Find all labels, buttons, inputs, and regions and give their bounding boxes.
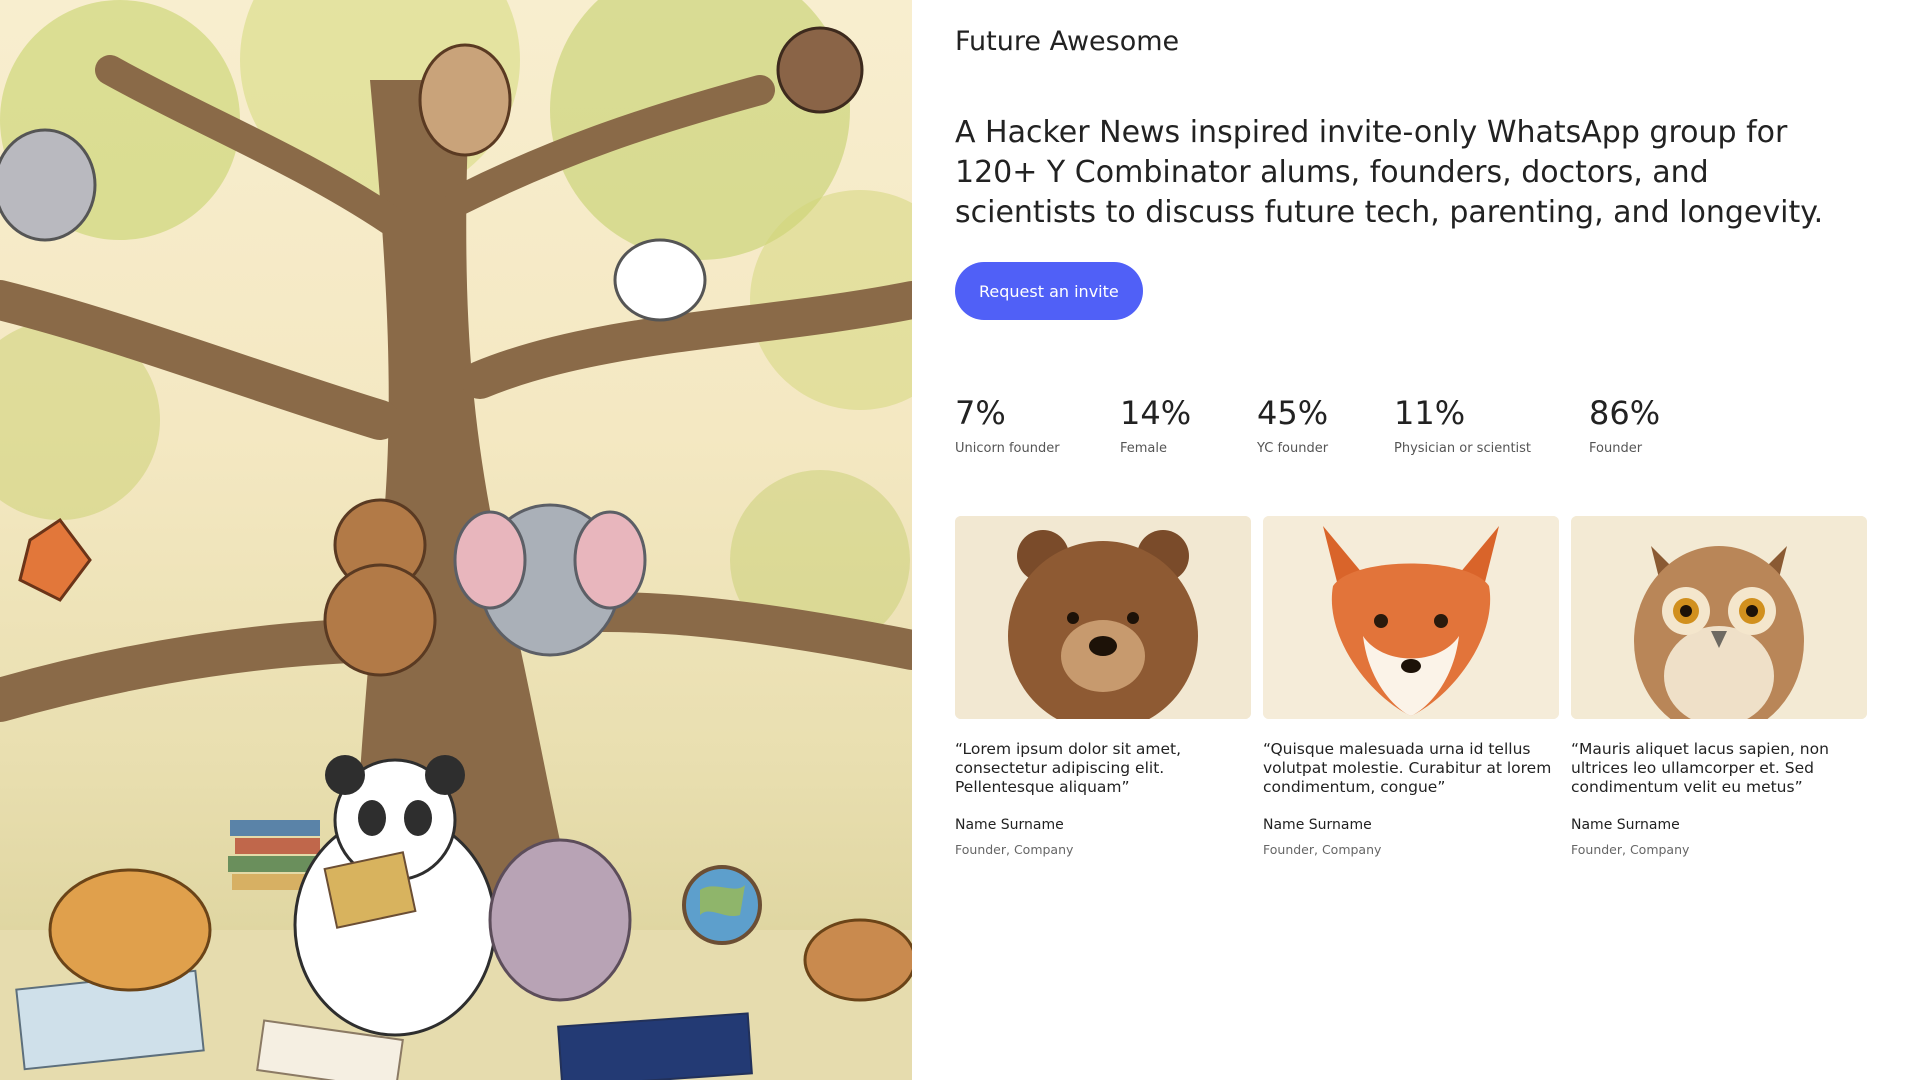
testimonial-quote: “Quisque malesuada urna id tellus volutp… <box>1263 740 1552 796</box>
stat-value: 86% <box>1589 394 1661 432</box>
owl-portrait <box>1571 516 1867 719</box>
testimonial-card: “Quisque malesuada urna id tellus volutp… <box>1263 516 1559 857</box>
stat-female: 14% Female <box>1120 393 1191 456</box>
request-invite-button[interactable]: Request an invite <box>955 262 1143 320</box>
stat-unicorn-founder: 7% Unicorn founder <box>955 393 1060 456</box>
bear-portrait <box>955 516 1251 719</box>
hero-illustration <box>0 0 912 1080</box>
stat-value: 7% <box>955 394 1006 432</box>
owl-icon <box>1571 516 1867 719</box>
tree-illustration <box>0 0 912 1080</box>
stat-yc-founder: 45% YC founder <box>1257 393 1328 456</box>
testimonial-name: Name Surname <box>1571 817 1680 833</box>
stat-value: 11% <box>1394 394 1466 432</box>
testimonial-card: “Lorem ipsum dolor sit amet, consectetur… <box>955 516 1251 857</box>
brand-name: Future Awesome <box>955 26 1180 57</box>
testimonial-name: Name Surname <box>955 817 1064 833</box>
stat-value: 45% <box>1257 394 1329 432</box>
main-content: Future Awesome A Hacker News inspired in… <box>952 0 1882 1080</box>
testimonial-role: Founder, Company <box>1571 842 1690 857</box>
testimonial-role: Founder, Company <box>955 842 1074 857</box>
stat-value: 14% <box>1120 394 1192 432</box>
fox-portrait <box>1263 516 1559 719</box>
testimonial-quote: “Lorem ipsum dolor sit amet, consectetur… <box>955 740 1181 796</box>
testimonial-quote: “Mauris aliquet lacus sapien, non ultric… <box>1571 740 1829 796</box>
member-stats: 7% Unicorn founder 14% Female 45% YC fou… <box>955 393 1855 463</box>
testimonials: “Lorem ipsum dolor sit amet, consectetur… <box>955 516 1867 896</box>
testimonial-card: “Mauris aliquet lacus sapien, non ultric… <box>1571 516 1867 857</box>
testimonial-role: Founder, Company <box>1263 842 1382 857</box>
stat-label: YC founder <box>1257 441 1329 456</box>
hero-tagline: A Hacker News inspired invite-only Whats… <box>955 115 1824 230</box>
stat-label: Female <box>1120 441 1168 456</box>
stat-physician-scientist: 11% Physician or scientist <box>1394 393 1531 456</box>
stat-founder: 86% Founder <box>1589 393 1660 456</box>
testimonial-name: Name Surname <box>1263 817 1372 833</box>
fox-icon <box>1263 516 1559 719</box>
bear-icon <box>955 516 1251 719</box>
stat-label: Unicorn founder <box>955 441 1060 456</box>
stat-label: Physician or scientist <box>1394 441 1532 456</box>
stat-label: Founder <box>1589 441 1643 456</box>
